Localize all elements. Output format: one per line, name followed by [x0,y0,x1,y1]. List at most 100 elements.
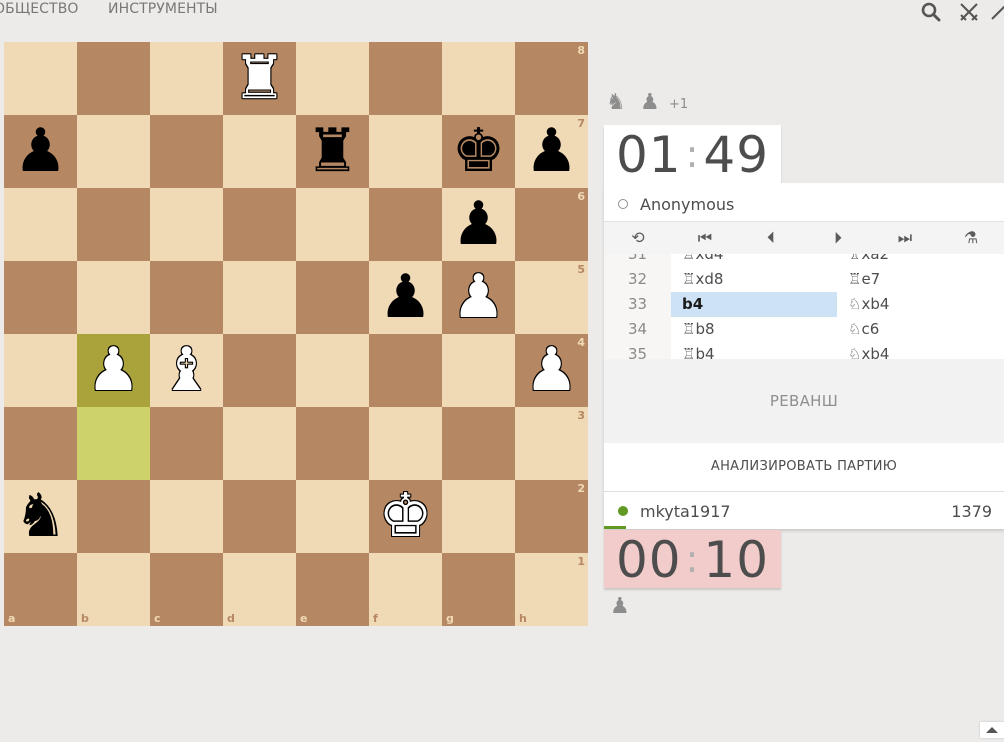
file-label: c [154,612,161,625]
move-black[interactable]: ♗xa2 [837,254,1004,267]
square-e8[interactable] [296,42,369,115]
square-b5[interactable] [77,261,150,334]
move-white[interactable]: ♖b4 [671,342,837,359]
square-b7[interactable] [77,115,150,188]
analysis-icon[interactable]: ⚗ [946,222,996,254]
move-white[interactable]: ♖b8 [671,317,837,342]
square-b1[interactable]: b [77,553,150,626]
square-g4[interactable] [442,334,515,407]
square-b8[interactable] [77,42,150,115]
opponent-name[interactable]: Anonymous [640,195,734,214]
bell-icon[interactable] [988,1,1004,23]
offline-status-icon [618,199,628,209]
flip-board-icon[interactable]: ⟲ [613,222,663,254]
white-bishop-icon[interactable]: ♝ [150,334,223,407]
square-e3[interactable] [296,407,369,480]
square-d5[interactable] [223,261,296,334]
square-d4[interactable] [223,334,296,407]
square-h5[interactable]: 5 [515,261,588,334]
search-icon[interactable] [920,1,942,23]
square-b2[interactable] [77,480,150,553]
square-d2[interactable] [223,480,296,553]
square-e2[interactable] [296,480,369,553]
square-b6[interactable] [77,188,150,261]
player-user-row: mkyta1917 1379 [604,493,1004,529]
last-move-icon[interactable]: ⏭ [880,222,930,254]
player-clock-seconds: 10 [703,531,770,589]
move-black[interactable]: ♘c6 [837,317,1004,342]
rematch-button[interactable]: РЕВАНШ [604,359,1004,443]
square-a8[interactable] [4,42,77,115]
square-d7[interactable] [223,115,296,188]
square-h3[interactable]: 3 [515,407,588,480]
square-d3[interactable] [223,407,296,480]
black-pawn-icon[interactable]: ♟ [369,261,442,334]
scroll-top-button[interactable] [980,722,1004,738]
square-f4[interactable] [369,334,442,407]
move-white[interactable]: ♖xd8 [671,267,837,292]
square-a1[interactable]: a [4,553,77,626]
square-g8[interactable] [442,42,515,115]
square-h8[interactable]: 8 [515,42,588,115]
square-c8[interactable] [150,42,223,115]
square-h1[interactable]: 1h [515,553,588,626]
square-g2[interactable] [442,480,515,553]
square-a6[interactable] [4,188,77,261]
square-e1[interactable]: e [296,553,369,626]
square-c6[interactable] [150,188,223,261]
move-black[interactable]: ♘xb4 [837,292,1004,317]
player-name[interactable]: mkyta1917 [640,502,731,521]
white-pawn-icon[interactable]: ♟ [442,261,515,334]
white-king-icon[interactable]: ♚ [369,480,442,553]
square-c5[interactable] [150,261,223,334]
analyse-game-button[interactable]: АНАЛИЗИРОВАТЬ ПАРТИЮ [604,443,1004,492]
square-a4[interactable] [4,334,77,407]
file-label: e [300,612,308,625]
rank-label: 2 [577,482,585,495]
square-h2[interactable]: 2 [515,480,588,553]
square-h6[interactable]: 6 [515,188,588,261]
square-c2[interactable] [150,480,223,553]
black-pawn-icon[interactable]: ♟ [4,115,77,188]
white-rook-icon[interactable]: ♜ [223,42,296,115]
square-f8[interactable] [369,42,442,115]
move-black[interactable]: ♘xb4 [837,342,1004,359]
square-f6[interactable] [369,188,442,261]
square-c7[interactable] [150,115,223,188]
square-f3[interactable] [369,407,442,480]
first-move-icon[interactable]: ⏮ [680,222,730,254]
nav-tools[interactable]: ИНСТРУМЕНТЫ [108,1,218,17]
nav-community[interactable]: ОБЩЕСТВО [0,1,79,17]
white-pawn-icon[interactable]: ♟ [515,334,588,407]
black-pawn-icon[interactable]: ♟ [442,188,515,261]
square-f1[interactable]: f [369,553,442,626]
square-c3[interactable] [150,407,223,480]
crossed-swords-icon[interactable] [958,1,980,23]
square-e5[interactable] [296,261,369,334]
square-d6[interactable] [223,188,296,261]
black-knight-icon[interactable]: ♞ [4,480,77,553]
square-a3[interactable] [4,407,77,480]
move-row: 31 ♖xd4 ♗xa2 [604,254,1004,267]
square-e6[interactable] [296,188,369,261]
square-g3[interactable] [442,407,515,480]
square-a5[interactable] [4,261,77,334]
move-black[interactable]: ♖e7 [837,267,1004,292]
square-d1[interactable]: d [223,553,296,626]
square-e4[interactable] [296,334,369,407]
white-pawn-icon[interactable]: ♟ [77,334,150,407]
move-white[interactable]: ♖xd4 [671,254,837,267]
move-number: 32 [604,267,671,292]
square-b3[interactable] [77,407,150,480]
chess-board[interactable]: 8 7 6 5 4 3 2 a b c d e f g 1 h ♜ ♟ ♜ ♚ ♟ ♟ ♟ ♟ ♟ ♝ ♟ ♞ ♚ [4,42,588,626]
square-c1[interactable]: c [150,553,223,626]
square-g1[interactable]: g [442,553,515,626]
previous-move-icon[interactable]: ⏴ [746,222,796,254]
black-rook-icon[interactable]: ♜ [296,115,369,188]
next-move-icon[interactable]: ⏵ [813,222,863,254]
square-f7[interactable] [369,115,442,188]
black-pawn-icon[interactable]: ♟ [515,115,588,188]
move-list[interactable]: 31 ♖xd4 ♗xa2 32 ♖xd8 ♖e7 33 b4 ♘xb4 34 ♖b8 ♘c6 35 ♖b4… [604,254,1004,359]
move-white[interactable]: b4 [671,292,837,317]
black-king-icon[interactable]: ♚ [442,115,515,188]
